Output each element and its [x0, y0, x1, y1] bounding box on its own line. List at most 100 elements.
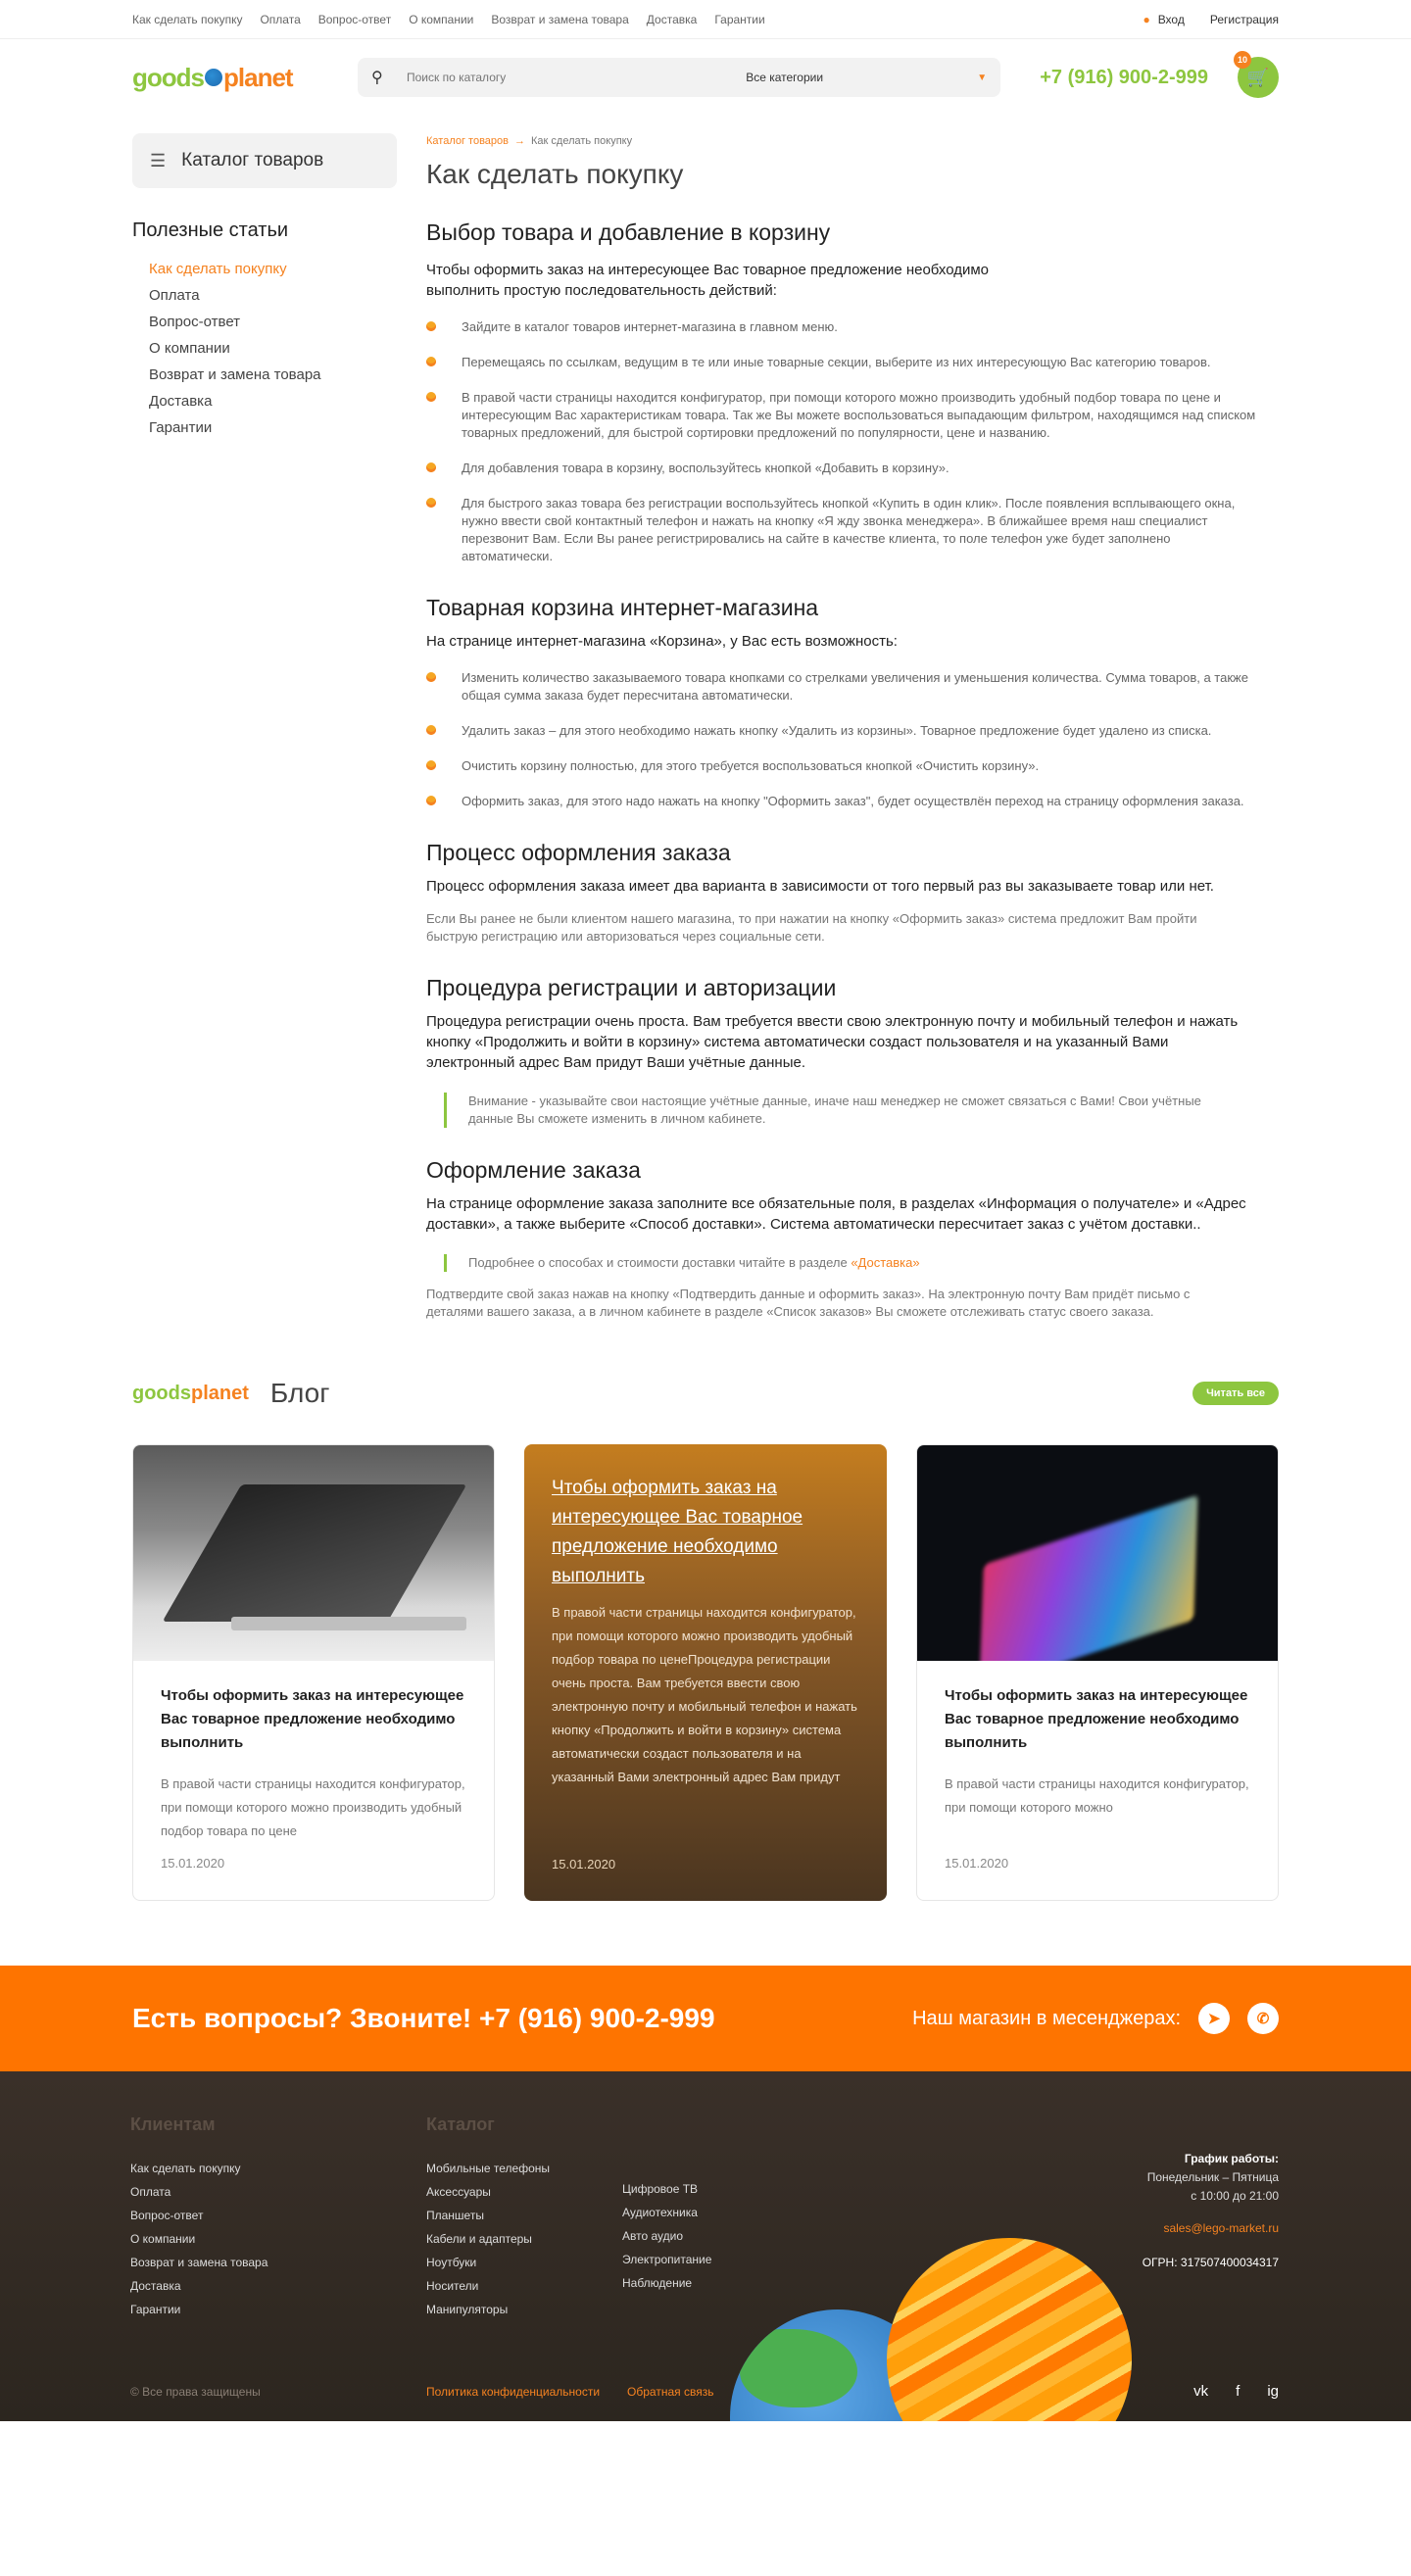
footer-link[interactable]: Ноутбуки — [426, 2251, 622, 2274]
top-link-return[interactable]: Возврат и замена товара — [491, 13, 628, 26]
catalog-button[interactable]: ☰ Каталог товаров — [132, 133, 397, 188]
blog-section: goodsplanet Блог Читать все Чтобы оформи… — [0, 1378, 1411, 1901]
search-icon[interactable]: ⚲ — [371, 68, 393, 87]
footer-link[interactable]: Планшеты — [426, 2204, 622, 2227]
delivery-note: Подробнее о способах и стоимости доставк… — [444, 1254, 1208, 1272]
card-text: В правой части страницы находится конфиг… — [161, 1776, 465, 1838]
footer-link[interactable]: Аксессуары — [426, 2180, 622, 2204]
footer-clients-title: Клиентам — [130, 2114, 216, 2134]
delivery-link[interactable]: «Доставка» — [851, 1255, 919, 1270]
blog-card[interactable]: Чтобы оформить заказ на интересующее Вас… — [132, 1444, 495, 1901]
footer-link[interactable]: Авто аудио — [622, 2224, 789, 2248]
footer-email[interactable]: sales@lego-market.ru — [1143, 2219, 1279, 2238]
card-title[interactable]: Чтобы оформить заказ на интересующее Вас… — [945, 1684, 1250, 1755]
card-title[interactable]: Чтобы оформить заказ на интересующее Вас… — [161, 1684, 466, 1755]
warning-note: Внимание - указывайте свои настоящие учё… — [444, 1093, 1208, 1128]
whatsapp-icon[interactable]: ✆ — [1247, 2003, 1279, 2034]
feedback-link[interactable]: Обратная связь — [627, 2385, 713, 2399]
breadcrumb: Каталог товаров → Как сделать покупку — [426, 135, 1259, 147]
top-link-delivery[interactable]: Доставка — [647, 13, 698, 26]
cart-button[interactable]: 🛒 10 — [1234, 51, 1279, 98]
blog-card[interactable]: Чтобы оформить заказ на интересующее Вас… — [916, 1444, 1279, 1901]
footer-link[interactable]: О компании — [130, 2227, 426, 2251]
top-link-payment[interactable]: Оплата — [260, 13, 300, 26]
article-content: Каталог товаров → Как сделать покупку Как … — [397, 133, 1279, 1321]
logo[interactable]: goods planet — [132, 63, 299, 93]
section-title: Выбор товара и добавление в корзину — [426, 219, 831, 245]
category-select[interactable]: Все категории ▼ — [732, 71, 987, 84]
blog-logo: goodsplanet — [132, 1383, 249, 1405]
sidebar-item-purchase[interactable]: Как сделать покупку — [149, 256, 397, 282]
footer-link[interactable]: Доставка — [130, 2274, 426, 2298]
section-title: Процедура регистрации и авторизации — [426, 975, 837, 1000]
footer-clients-list: Как сделать покупку Оплата Вопрос-ответ … — [130, 2157, 426, 2321]
call-banner-text: Есть вопросы? Звоните! +7 (916) 900-2-99… — [132, 2003, 715, 2033]
footer-link[interactable]: Гарантии — [130, 2298, 426, 2321]
telegram-icon[interactable]: ➤ — [1198, 2003, 1230, 2034]
sidebar-item-about[interactable]: О компании — [149, 335, 397, 362]
footer-link[interactable]: Возврат и замена товара — [130, 2251, 426, 2274]
header-phone[interactable]: +7 (916) 900-2-999 — [1040, 67, 1208, 89]
messengers-label: Наш магазин в месенджерах: — [912, 2007, 1181, 2029]
blog-header: goodsplanet Блог Читать все — [132, 1378, 1279, 1409]
articles-list: Как сделать покупку Оплата Вопрос-ответ … — [132, 256, 397, 441]
footer-link[interactable]: Вопрос-ответ — [130, 2204, 426, 2227]
login-link[interactable]: ● Вход — [1143, 13, 1184, 26]
blog-title: Блог — [269, 1378, 330, 1408]
top-link-about[interactable]: О компании — [409, 13, 473, 26]
logo-text-planet: planet — [223, 62, 294, 92]
section-lead: На странице оформление заказа заполните … — [426, 1195, 1246, 1233]
card-title[interactable]: Чтобы оформить заказ на интересующее Вас… — [552, 1474, 859, 1591]
footer: Клиентам Как сделать покупку Оплата Вопр… — [0, 2071, 1411, 2421]
sidebar-item-faq[interactable]: Вопрос-ответ — [149, 309, 397, 335]
footer-link[interactable]: Носители — [426, 2274, 622, 2298]
footer-link[interactable]: Манипуляторы — [426, 2298, 622, 2321]
footer-link[interactable]: Кабели и адаптеры — [426, 2227, 622, 2251]
card-text: В правой части страницы находится конфиг… — [552, 1605, 857, 1784]
privacy-link[interactable]: Политика конфиденциальности — [426, 2385, 600, 2399]
section-title: Процесс оформления заказа — [426, 840, 731, 865]
breadcrumb-root[interactable]: Каталог товаров — [426, 135, 509, 147]
laptop-dark-image — [917, 1445, 1278, 1661]
instagram-icon[interactable]: ig — [1267, 2383, 1279, 2400]
footer-link[interactable]: Наблюдение — [622, 2271, 789, 2295]
card-date: 15.01.2020 — [552, 1857, 616, 1871]
card-text: В правой части страницы находится конфиг… — [945, 1776, 1249, 1815]
register-link[interactable]: Регистрация — [1210, 13, 1279, 26]
footer-link[interactable]: Электропитание — [622, 2248, 789, 2271]
card-date: 15.01.2020 — [161, 1856, 225, 1871]
blog-logo-goods: goods — [132, 1382, 191, 1404]
sidebar-item-payment[interactable]: Оплата — [149, 282, 397, 309]
messengers: Наш магазин в месенджерах: ➤ ✆ — [912, 2003, 1279, 2034]
top-link-faq[interactable]: Вопрос-ответ — [318, 13, 391, 26]
list-item: Перемещаясь по ссылкам, ведущим в те или… — [426, 354, 1259, 371]
read-all-button[interactable]: Читать все — [1192, 1382, 1279, 1405]
sidebar-item-delivery[interactable]: Доставка — [149, 388, 397, 414]
facebook-icon[interactable]: f — [1236, 2383, 1240, 2400]
sidebar-item-return[interactable]: Возврат и замена товара — [149, 362, 397, 388]
vk-icon[interactable]: vk — [1193, 2383, 1208, 2400]
footer-link[interactable]: Оплата — [130, 2180, 426, 2204]
footer-link[interactable]: Аудиотехника — [622, 2201, 789, 2224]
header: goods planet ⚲ Все категории ▼ +7 (916) … — [0, 39, 1411, 116]
auth-links: ● Вход Регистрация — [1143, 13, 1279, 26]
catalog-button-label: Каталог товаров — [181, 150, 324, 170]
list-item: Изменить количество заказываемого товара… — [426, 669, 1259, 705]
schedule-title: График работы: — [1184, 2152, 1279, 2165]
footer-catalog-list-2: Цифровое ТВ Аудиотехника Авто аудио Элек… — [622, 2177, 789, 2295]
section-lead: Процесс оформления заказа имеет два вари… — [426, 878, 1214, 895]
footer-link[interactable]: Цифровое ТВ — [622, 2177, 789, 2201]
section-lead: Чтобы оформить заказ на интересующее Вас… — [426, 262, 990, 299]
footer-catalog-list: Мобильные телефоны Аксессуары Планшеты К… — [426, 2157, 622, 2321]
top-link-warranty[interactable]: Гарантии — [714, 13, 764, 26]
search-input[interactable] — [393, 71, 733, 84]
sidebar-item-warranty[interactable]: Гарантии — [149, 414, 397, 441]
blog-card-featured[interactable]: Чтобы оформить заказ на интересующее Вас… — [524, 1444, 887, 1901]
top-link-purchase[interactable]: Как сделать покупку — [132, 13, 242, 26]
section-lead: Процедура регистрации очень проста. Вам … — [426, 1013, 1239, 1071]
footer-link[interactable]: Как сделать покупку — [130, 2157, 426, 2180]
top-bar: Как сделать покупку Оплата Вопрос-ответ … — [0, 0, 1411, 39]
footer-bottom: © Все права защищены Политика конфиденци… — [130, 2383, 1279, 2400]
footer-link[interactable]: Мобильные телефоны — [426, 2157, 622, 2180]
list-item: В правой части страницы находится конфиг… — [426, 389, 1259, 442]
